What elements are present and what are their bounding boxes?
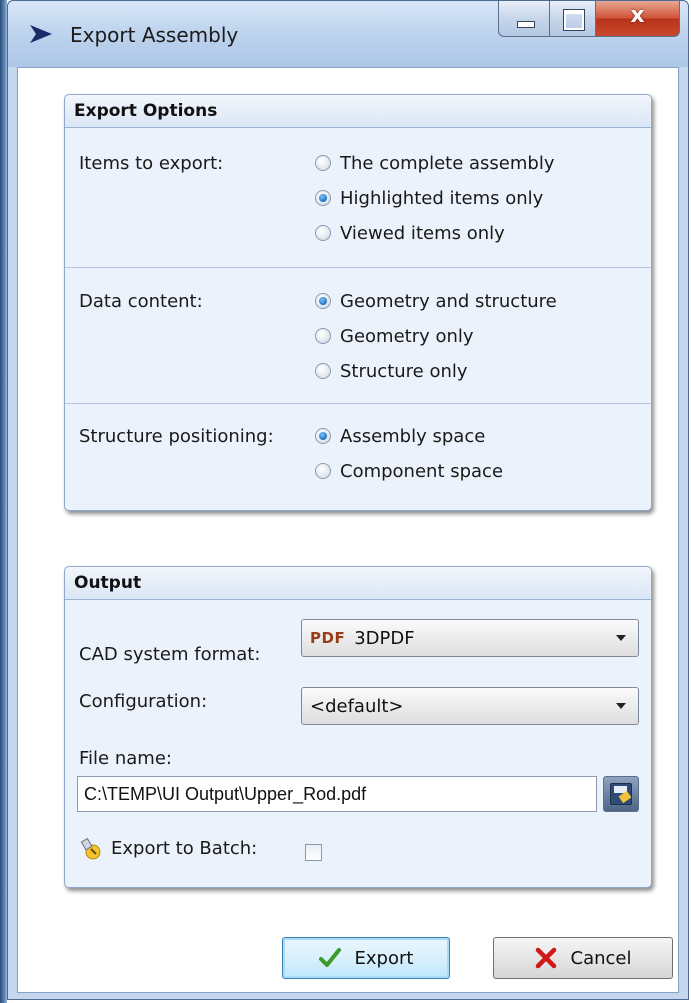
- data-content-label: Data content:: [79, 291, 203, 312]
- radio-assembly-space[interactable]: Assembly space: [315, 424, 485, 448]
- cad-format-dropdown[interactable]: PDF 3DPDF: [301, 619, 639, 657]
- minimize-button[interactable]: [498, 1, 550, 37]
- export-button[interactable]: Export: [282, 937, 450, 979]
- configuration-dropdown[interactable]: <default>: [301, 687, 639, 725]
- structure-positioning-section: Structure positioning: Assembly space Co…: [65, 403, 651, 511]
- browse-save-button[interactable]: [603, 776, 639, 812]
- red-x-icon: [535, 947, 557, 969]
- file-name-label: File name:: [79, 748, 172, 769]
- checkmark-icon: [318, 947, 341, 969]
- data-content-section: Data content: Geometry and structure Geo…: [65, 267, 651, 404]
- save-disk-icon: [610, 783, 632, 805]
- cad-format-value: 3DPDF: [354, 627, 415, 649]
- radio-viewed-items[interactable]: Viewed items only: [315, 221, 505, 245]
- export-assembly-window: Export Assembly x Export Options Items t…: [7, 0, 689, 1000]
- items-to-export-label: Items to export:: [79, 153, 224, 174]
- desktop-background: [0, 0, 7, 1003]
- configuration-label: Configuration:: [79, 691, 208, 712]
- minimize-icon: [517, 21, 535, 28]
- radio-button-icon: [315, 428, 331, 444]
- export-options-header: Export Options: [65, 95, 651, 128]
- export-button-label: Export: [354, 947, 414, 969]
- maximize-icon: [563, 9, 585, 31]
- output-header: Output: [65, 567, 651, 600]
- pdf-icon: PDF: [310, 629, 346, 647]
- batch-icon: [80, 837, 101, 860]
- arrow-chevron-icon: [30, 25, 52, 43]
- dialog-client-area: Export Options Items to export: The comp…: [17, 67, 679, 993]
- cad-format-label: CAD system format:: [79, 644, 261, 665]
- title-bar[interactable]: Export Assembly x: [8, 1, 688, 67]
- chevron-down-icon: [616, 635, 626, 641]
- maximize-button[interactable]: [550, 1, 596, 37]
- cancel-button[interactable]: Cancel: [493, 937, 673, 979]
- export-to-batch-label: Export to Batch:: [111, 838, 258, 859]
- structure-positioning-label: Structure positioning:: [79, 426, 274, 447]
- radio-component-space[interactable]: Component space: [315, 459, 503, 483]
- radio-highlighted-items[interactable]: Highlighted items only: [315, 186, 543, 210]
- chevron-down-icon: [616, 703, 626, 709]
- radio-button-icon: [315, 225, 331, 241]
- radio-structure-only[interactable]: Structure only: [315, 359, 468, 383]
- radio-complete-assembly[interactable]: The complete assembly: [315, 151, 554, 175]
- window-title: Export Assembly: [70, 23, 239, 47]
- close-icon: x: [630, 3, 645, 28]
- radio-button-icon: [315, 328, 331, 344]
- radio-button-icon: [315, 155, 331, 171]
- export-options-group: Export Options Items to export: The comp…: [64, 94, 652, 511]
- cancel-button-label: Cancel: [570, 947, 632, 969]
- close-button[interactable]: x: [596, 1, 680, 37]
- radio-geometry-and-structure[interactable]: Geometry and structure: [315, 289, 557, 313]
- radio-button-icon: [315, 463, 331, 479]
- radio-button-icon: [315, 190, 331, 206]
- radio-button-icon: [315, 293, 331, 309]
- output-group: Output CAD system format: PDF 3DPDF Conf…: [64, 566, 652, 888]
- radio-geometry-only[interactable]: Geometry only: [315, 324, 474, 348]
- configuration-value: <default>: [310, 695, 404, 717]
- export-to-batch-checkbox[interactable]: [305, 844, 322, 861]
- radio-button-icon: [315, 363, 331, 379]
- file-name-input[interactable]: [77, 776, 597, 812]
